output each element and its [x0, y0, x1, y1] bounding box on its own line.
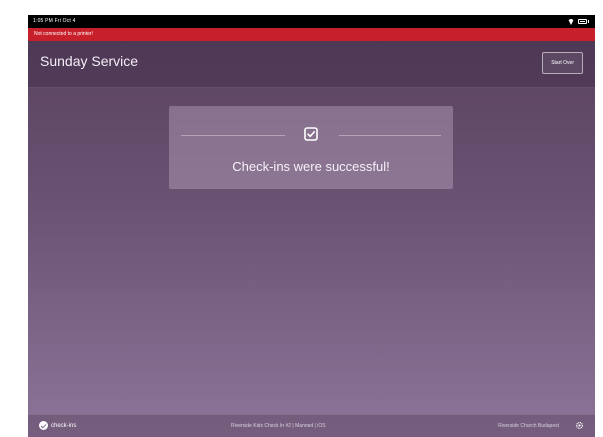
battery-icon	[578, 19, 587, 24]
status-icons	[568, 19, 589, 24]
page-title: Sunday Service	[40, 53, 139, 69]
footer-station-info: Riverside Kids Check In #2 | Manned | iO…	[231, 423, 326, 429]
checkbox-check-icon	[304, 127, 318, 141]
top-header: Sunday Service Start Over	[28, 41, 595, 88]
footer-app-name: check-ins	[51, 422, 77, 429]
success-message: Check-ins were successful!	[232, 159, 390, 174]
start-over-button[interactable]: Start Over	[542, 52, 583, 74]
check-ins-logo-icon	[39, 421, 48, 430]
status-time-date: 1:05 PM Fri Oct 4	[33, 18, 76, 24]
battery-tip	[588, 20, 589, 23]
printer-warning-banner[interactable]: Not connected to a printer!	[28, 28, 595, 41]
footer-organization: Riverside Church Budapest	[498, 423, 559, 429]
wifi-icon	[568, 19, 574, 24]
footer-bar: check-ins Riverside Kids Check In #2 | M…	[28, 414, 595, 437]
ipad-screen: 1:05 PM Fri Oct 4 Not connected to a pri…	[28, 15, 595, 437]
status-bar: 1:05 PM Fri Oct 4	[28, 15, 595, 28]
printer-warning-text: Not connected to a printer!	[34, 31, 93, 37]
footer-logo: check-ins	[39, 421, 76, 430]
divider-right	[339, 135, 441, 136]
divider-left	[181, 135, 285, 136]
gear-icon[interactable]	[575, 421, 584, 430]
success-card: Check-ins were successful!	[169, 106, 453, 189]
